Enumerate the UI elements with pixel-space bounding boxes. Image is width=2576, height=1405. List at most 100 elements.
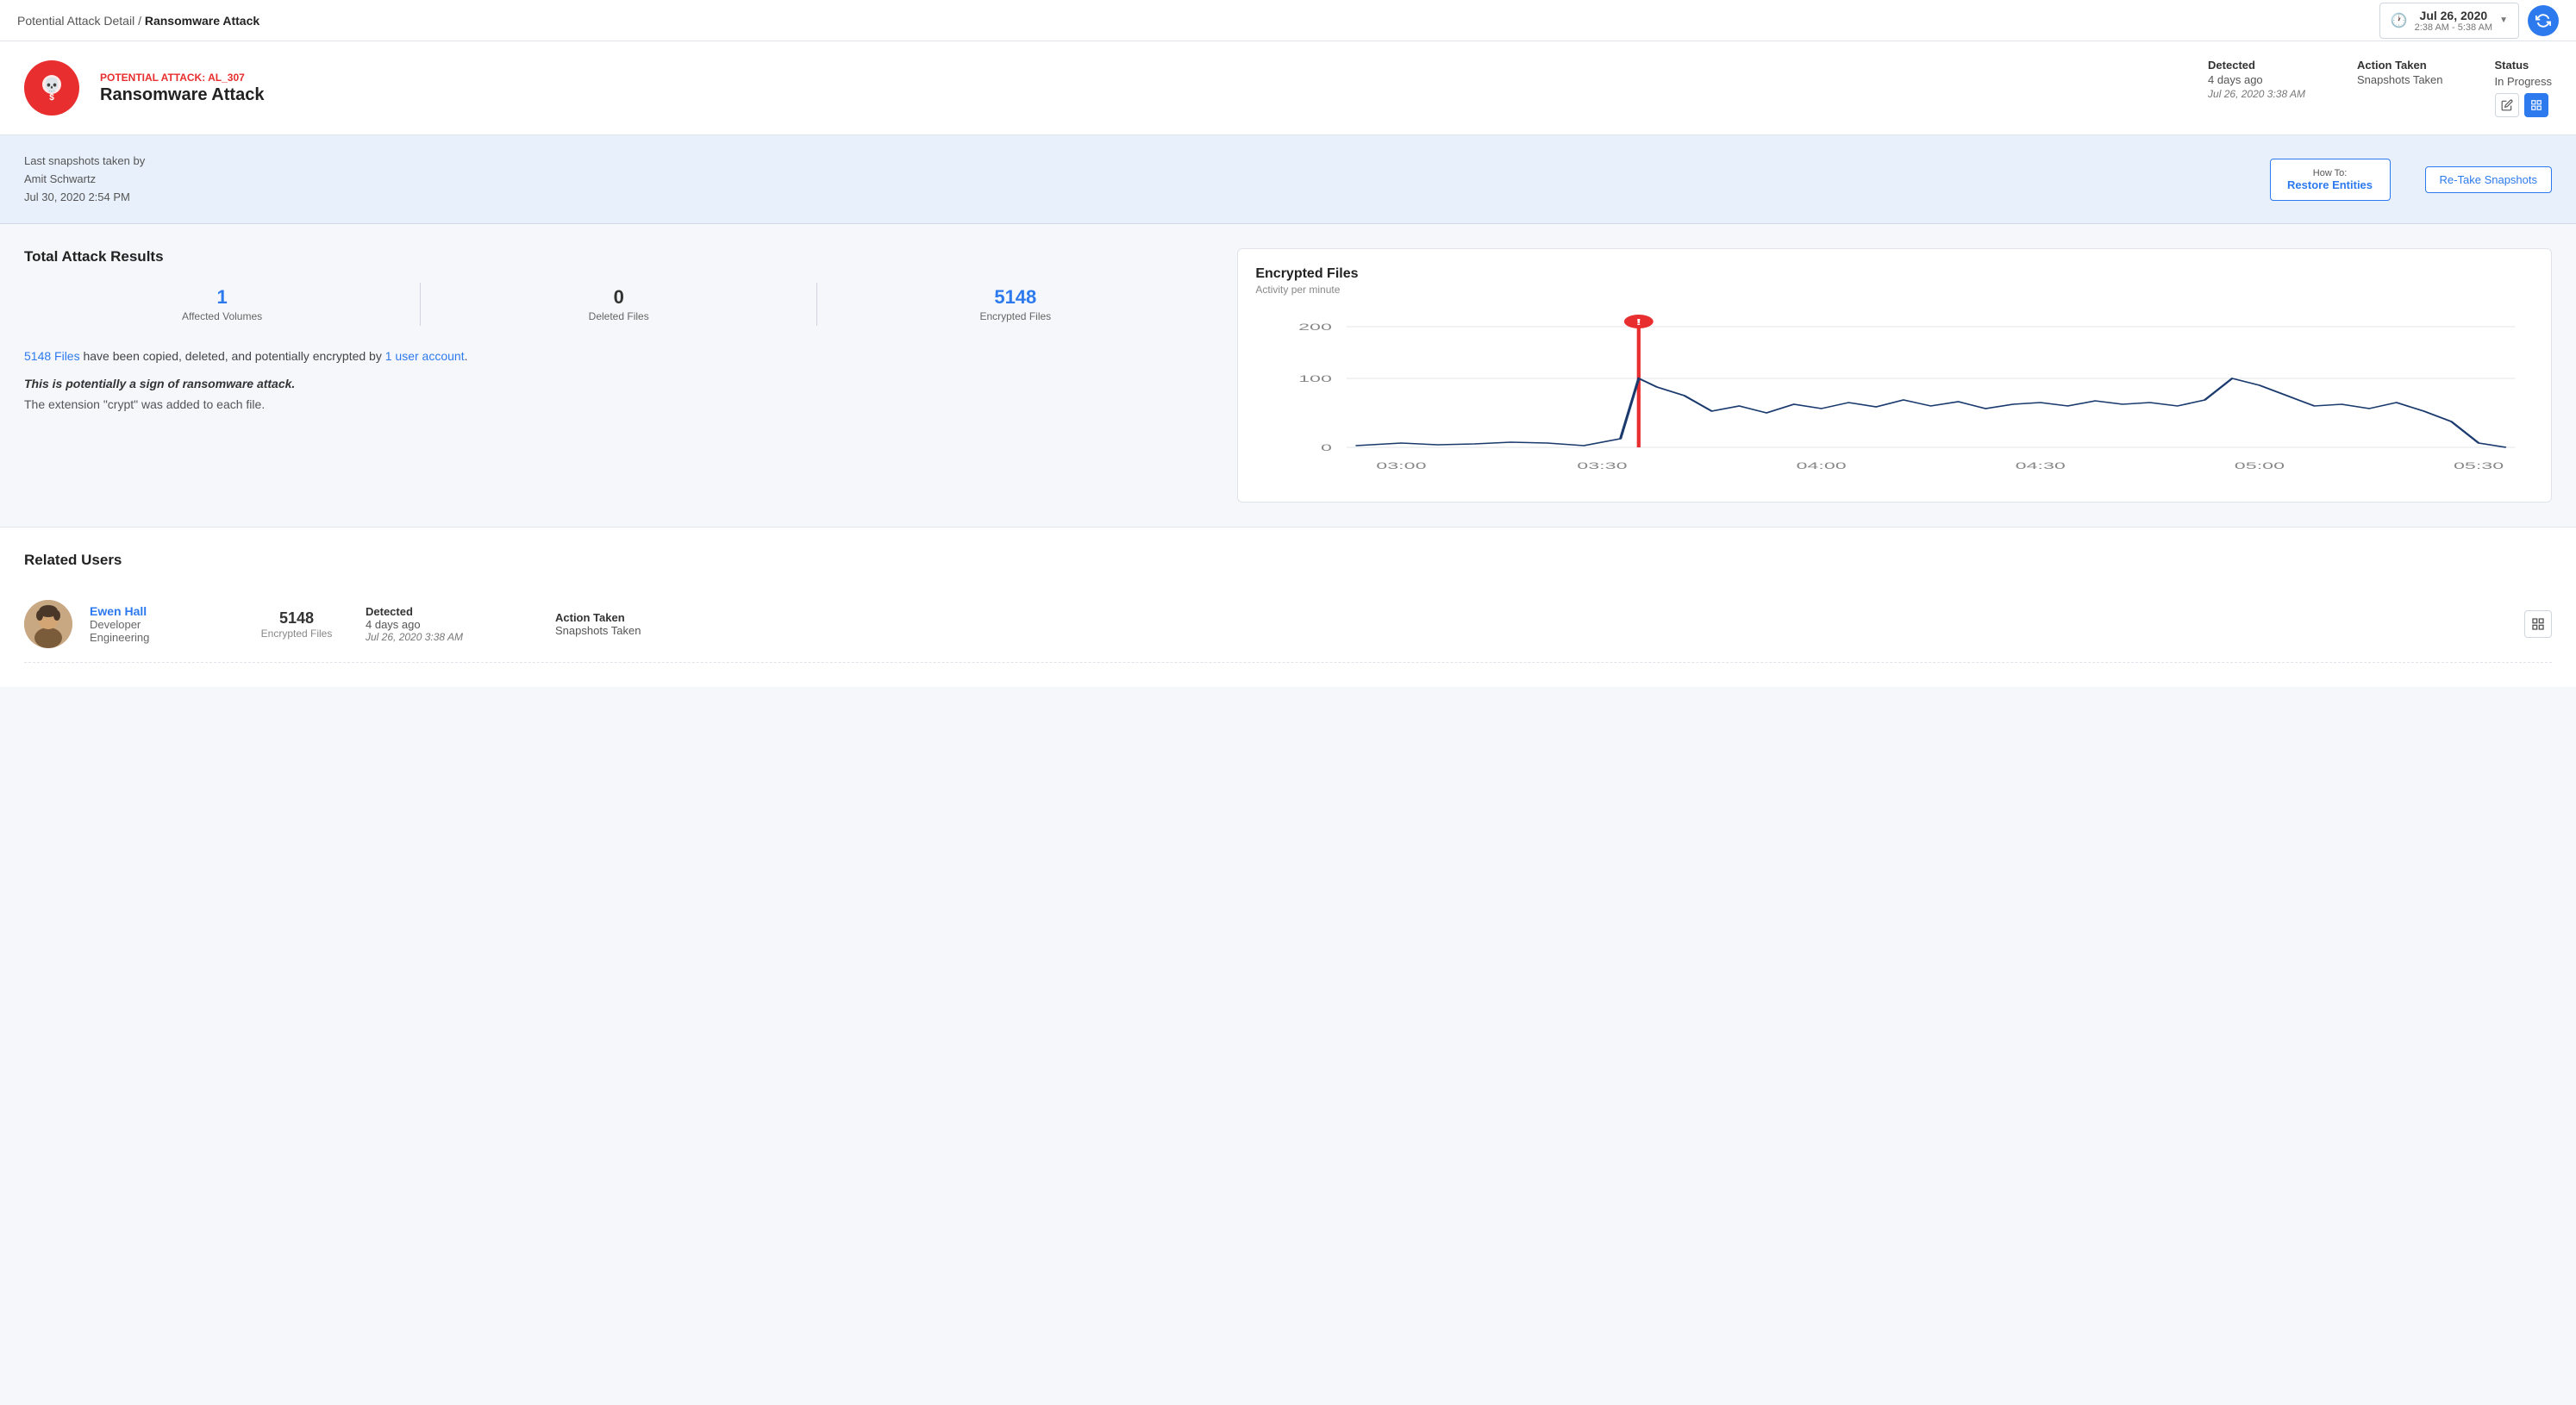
desc-warning: This is potentially a sign of ransomware… — [24, 377, 1213, 390]
user-name[interactable]: Ewen Hall — [90, 604, 228, 618]
user-row-icon-button[interactable] — [2524, 610, 2552, 638]
status-label: Status — [2495, 59, 2552, 72]
deleted-files-label: Deleted Files — [421, 310, 816, 322]
refresh-button[interactable] — [2528, 5, 2559, 36]
svg-text:03:30: 03:30 — [1578, 461, 1628, 471]
breadcrumb-parent: Potential Attack Detail — [17, 14, 134, 28]
description-text: 5148 Files have been copied, deleted, an… — [24, 347, 1213, 365]
related-section: Related Users Ewen Hall Developer Engine… — [0, 527, 2576, 687]
retake-snapshots-button[interactable]: Re-Take Snapshots — [2425, 166, 2552, 193]
svg-text:!: ! — [1636, 317, 1642, 327]
affected-volumes-value: 1 — [24, 286, 420, 309]
edit-status-button[interactable] — [2495, 93, 2519, 117]
detected-block: Detected 4 days ago Jul 26, 2020 3:38 AM — [2208, 59, 2305, 100]
svg-text:0: 0 — [1321, 443, 1332, 453]
related-title: Related Users — [24, 552, 2552, 569]
user-encrypted-value: 5148 — [245, 609, 348, 628]
user-info: Ewen Hall Developer Engineering — [90, 604, 228, 644]
svg-text:100: 100 — [1298, 374, 1332, 384]
date-range-button[interactable]: 🕐 Jul 26, 2020 2:38 AM - 5:38 AM ▼ — [2379, 3, 2519, 39]
snapshot-taken-by-name: Amit Schwartz — [24, 171, 145, 189]
nav-right: 🕐 Jul 26, 2020 2:38 AM - 5:38 AM ▼ — [2379, 3, 2559, 39]
status-value: In Progress — [2495, 75, 2552, 88]
action-taken-label: Action Taken — [2357, 59, 2443, 72]
breadcrumb: Potential Attack Detail / Ransomware Att… — [17, 14, 259, 28]
action-taken-block: Action Taken Snapshots Taken — [2357, 59, 2443, 86]
chart-area: 200 100 0 03:00 03:30 04:00 04:30 05:00 … — [1255, 309, 2534, 484]
user-action-value: Snapshots Taken — [555, 624, 728, 637]
deleted-files-stat: 0 Deleted Files — [421, 286, 816, 322]
chart-svg: 200 100 0 03:00 03:30 04:00 04:30 05:00 … — [1255, 309, 2534, 482]
user-department: Engineering — [90, 631, 228, 644]
date-main: Jul 26, 2020 — [2415, 9, 2493, 22]
view-status-button[interactable] — [2524, 93, 2548, 117]
right-panel: Encrypted Files Activity per minute 200 … — [1237, 248, 2552, 503]
user-encrypted-stat: 5148 Encrypted Files — [245, 609, 348, 640]
svg-text:05:00: 05:00 — [2235, 461, 2285, 471]
detected-ago: 4 days ago — [2208, 73, 2305, 86]
user-encrypted-label: Encrypted Files — [245, 628, 348, 640]
affected-volumes-label: Affected Volumes — [24, 310, 420, 322]
user-detected-label: Detected — [366, 605, 538, 618]
user-detected-date: Jul 26, 2020 3:38 AM — [366, 631, 538, 643]
alert-icon: 💀 $ — [24, 60, 79, 116]
table-row: Ewen Hall Developer Engineering 5148 Enc… — [24, 586, 2552, 663]
snapshot-banner: Last snapshots taken by Amit Schwartz Ju… — [0, 135, 2576, 224]
status-block: Status In Progress — [2495, 59, 2552, 117]
alert-id: POTENTIAL ATTACK: AL_307 — [100, 72, 264, 84]
desc-extension: The extension "crypt" was added to each … — [24, 397, 1213, 411]
svg-text:03:00: 03:00 — [1377, 461, 1427, 471]
detected-label: Detected — [2208, 59, 2305, 72]
user-detected-ago: 4 days ago — [366, 618, 538, 631]
encrypted-files-label: Encrypted Files — [817, 310, 1213, 322]
encrypted-files-value: 5148 — [817, 286, 1213, 309]
breadcrumb-separator: / — [138, 14, 145, 28]
stats-section-title: Total Attack Results — [24, 248, 1213, 265]
user-action-icons — [2524, 610, 2552, 638]
alert-meta-group: Detected 4 days ago Jul 26, 2020 3:38 AM… — [2208, 59, 2552, 117]
user-action-label: Action Taken — [555, 611, 728, 624]
main-content: Total Attack Results 1 Affected Volumes … — [0, 224, 2576, 527]
alert-info: POTENTIAL ATTACK: AL_307 Ransomware Atta… — [100, 72, 264, 105]
chevron-down-icon: ▼ — [2499, 16, 2508, 25]
affected-volumes-stat: 1 Affected Volumes — [24, 286, 420, 322]
deleted-files-value: 0 — [421, 286, 816, 309]
how-to-main: Restore Entities — [2286, 178, 2374, 191]
how-to-label: How To: — [2286, 168, 2374, 178]
alert-header: 💀 $ POTENTIAL ATTACK: AL_307 Ransomware … — [0, 41, 2576, 135]
svg-text:05:30: 05:30 — [2454, 461, 2504, 471]
files-text: have been copied, deleted, and potential… — [80, 349, 385, 363]
breadcrumb-current: Ransomware Attack — [145, 14, 259, 28]
detected-date: Jul 26, 2020 3:38 AM — [2208, 88, 2305, 100]
chart-subtitle: Activity per minute — [1255, 284, 2534, 296]
files-count-link[interactable]: 5148 Files — [24, 349, 80, 363]
encrypted-files-stat: 5148 Encrypted Files — [817, 286, 1213, 322]
svg-text:04:00: 04:00 — [1797, 461, 1847, 471]
period: . — [465, 349, 468, 363]
chart-section: Encrypted Files Activity per minute 200 … — [1237, 248, 2552, 503]
date-sub: 2:38 AM - 5:38 AM — [2415, 22, 2493, 33]
svg-text:$: $ — [49, 93, 54, 103]
user-action-block: Action Taken Snapshots Taken — [555, 611, 728, 637]
top-nav: Potential Attack Detail / Ransomware Att… — [0, 0, 2576, 41]
snapshot-taken-by-label: Last snapshots taken by — [24, 153, 145, 171]
left-panel: Total Attack Results 1 Affected Volumes … — [24, 248, 1237, 503]
svg-text:200: 200 — [1298, 322, 1332, 333]
svg-text:💀: 💀 — [43, 77, 60, 93]
snapshot-info: Last snapshots taken by Amit Schwartz Ju… — [24, 153, 145, 206]
action-taken-value: Snapshots Taken — [2357, 73, 2443, 86]
date-text: Jul 26, 2020 2:38 AM - 5:38 AM — [2415, 9, 2493, 33]
stats-row: 1 Affected Volumes 0 Deleted Files 5148 … — [24, 283, 1213, 326]
chart-title: Encrypted Files — [1255, 266, 2534, 282]
status-icons — [2495, 93, 2552, 117]
snapshot-taken-date: Jul 30, 2020 2:54 PM — [24, 189, 145, 207]
clock-icon: 🕐 — [2391, 12, 2408, 29]
user-detected-block: Detected 4 days ago Jul 26, 2020 3:38 AM — [366, 605, 538, 643]
alert-title: Ransomware Attack — [100, 85, 264, 105]
svg-text:04:30: 04:30 — [2016, 461, 2066, 471]
avatar — [24, 600, 72, 648]
user-role: Developer — [90, 618, 228, 631]
user-count-link[interactable]: 1 user account — [385, 349, 465, 363]
snapshot-buttons: How To: Restore Entities — [2270, 159, 2391, 201]
how-to-button[interactable]: How To: Restore Entities — [2270, 159, 2391, 201]
